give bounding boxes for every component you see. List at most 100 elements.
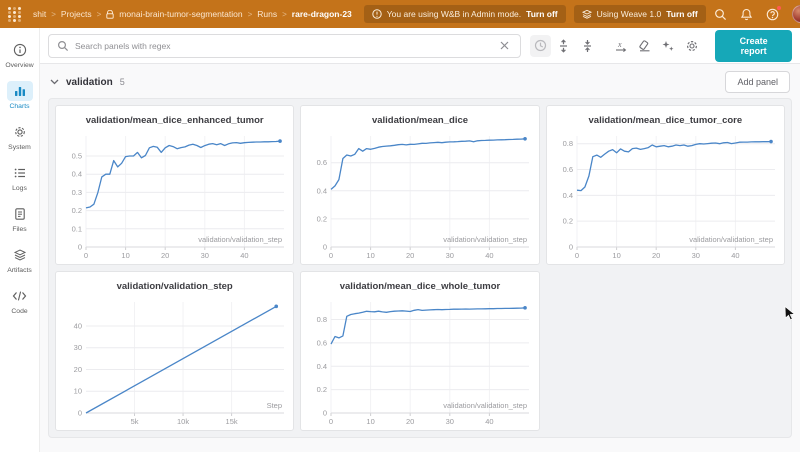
alert-circle-icon	[372, 9, 382, 19]
svg-text:0.4: 0.4	[317, 186, 327, 195]
svg-text:40: 40	[486, 251, 494, 260]
svg-text:0: 0	[323, 243, 327, 252]
svg-text:0.2: 0.2	[317, 214, 327, 223]
svg-text:0: 0	[575, 251, 579, 260]
svg-text:10: 10	[121, 251, 129, 260]
breadcrumb-separator: >	[51, 10, 56, 19]
svg-text:x: x	[617, 40, 622, 49]
breadcrumb-runs[interactable]: Runs	[257, 9, 277, 19]
section-title[interactable]: validation	[66, 77, 113, 88]
sidebar-item-label: Overview	[5, 62, 33, 69]
chart-canvas[interactable]: 01020304000.20.40.60.8validation/validat…	[301, 296, 538, 430]
weave-banner: Using Weave 1.0 Turn off	[574, 5, 706, 23]
sidebar-item-label: System	[8, 144, 31, 151]
history-icon[interactable]	[530, 35, 551, 57]
admin-turn-off-button[interactable]: Turn off	[526, 9, 557, 19]
svg-text:0: 0	[329, 251, 333, 260]
svg-text:30: 30	[74, 343, 82, 352]
svg-text:15k: 15k	[226, 417, 238, 426]
breadcrumb: shit > Projects > monai-brain-tumor-segm…	[33, 9, 352, 19]
sidebar-item-logs[interactable]: Logs	[1, 159, 39, 196]
file-icon	[7, 204, 33, 224]
svg-text:0.1: 0.1	[72, 224, 82, 233]
chevron-down-icon[interactable]	[50, 79, 59, 85]
lock-icon	[106, 10, 114, 19]
chart-panel[interactable]: validation/mean_dice 01020304000.20.40.6…	[300, 105, 539, 265]
chart-title: validation/mean_dice	[301, 106, 538, 130]
chart-panel[interactable]: validation/mean_dice_enhanced_tumor 0102…	[55, 105, 294, 265]
code-icon	[7, 286, 33, 306]
weave-turn-off-button[interactable]: Turn off	[666, 9, 697, 19]
collapse-vertical-icon[interactable]	[577, 35, 598, 57]
eraser-icon[interactable]	[635, 35, 656, 57]
chart-canvas[interactable]: 01020304000.10.20.30.40.5validation/vali…	[56, 130, 293, 264]
breadcrumb-run-name[interactable]: rare-dragon-23	[292, 9, 352, 19]
notification-dot	[777, 6, 781, 10]
svg-text:10k: 10k	[177, 417, 189, 426]
breadcrumb-project[interactable]: monai-brain-tumor-segmentation	[119, 9, 242, 19]
svg-text:10: 10	[367, 251, 375, 260]
breadcrumb-separator: >	[282, 10, 287, 19]
chart-panel[interactable]: validation/mean_dice_tumor_core 01020304…	[546, 105, 785, 265]
svg-text:0.6: 0.6	[317, 158, 327, 167]
x-axis-icon[interactable]: x	[611, 35, 632, 57]
search-icon[interactable]	[714, 8, 727, 21]
svg-text:0: 0	[78, 243, 82, 252]
breadcrumb-user[interactable]: shit	[33, 9, 46, 19]
svg-text:30: 30	[201, 251, 209, 260]
breadcrumb-projects[interactable]: Projects	[61, 9, 92, 19]
clear-icon[interactable]	[496, 38, 512, 54]
create-report-button[interactable]: Create report	[715, 30, 792, 62]
help-icon[interactable]	[766, 8, 779, 21]
validation-panel-grid: validation/mean_dice_enhanced_tumor 0102…	[48, 98, 792, 438]
svg-text:40: 40	[74, 321, 82, 330]
svg-text:0: 0	[323, 409, 327, 418]
admin-mode-banner: You are using W&B in Admin mode. Turn of…	[364, 5, 566, 23]
sidebar-item-overview[interactable]: Overview	[1, 36, 39, 73]
svg-text:0.4: 0.4	[72, 170, 82, 179]
svg-text:0.2: 0.2	[317, 385, 327, 394]
svg-text:0.8: 0.8	[562, 139, 572, 148]
svg-text:0.6: 0.6	[317, 338, 327, 347]
chart-canvas[interactable]: 5k10k15k010203040Step	[56, 296, 293, 430]
wandb-logo[interactable]	[8, 7, 25, 22]
panel-search-input[interactable]: Search panels with regex	[48, 34, 521, 58]
svg-text:30: 30	[446, 417, 454, 426]
expand-vertical-icon[interactable]	[554, 35, 575, 57]
sidebar-item-files[interactable]: Files	[1, 200, 39, 237]
svg-text:0.2: 0.2	[562, 217, 572, 226]
search-placeholder: Search panels with regex	[75, 41, 490, 51]
gear-icon[interactable]	[682, 35, 703, 57]
admin-banner-text: You are using W&B in Admin mode.	[387, 9, 521, 19]
add-panel-button[interactable]: Add panel	[725, 71, 790, 93]
svg-text:0.2: 0.2	[72, 206, 82, 215]
svg-text:20: 20	[652, 251, 660, 260]
info-icon	[7, 40, 33, 60]
svg-text:40: 40	[240, 251, 248, 260]
sparkle-icon[interactable]	[658, 35, 679, 57]
sidebar-item-label: Charts	[9, 103, 29, 110]
panels-toolbar: Search panels with regex x	[40, 28, 800, 64]
svg-text:10: 10	[74, 387, 82, 396]
svg-text:0: 0	[568, 243, 572, 252]
sidebar-item-charts[interactable]: Charts	[1, 77, 39, 114]
chart-canvas[interactable]: 01020304000.20.40.6validation/validation…	[301, 130, 538, 264]
svg-text:0.4: 0.4	[562, 191, 572, 200]
svg-text:5k: 5k	[131, 417, 139, 426]
workspace-main: validation 5 Add panel validation/mean_d…	[40, 64, 800, 452]
chart-panel[interactable]: validation/validation_step 5k10k15k01020…	[55, 271, 294, 431]
sidebar-item-system[interactable]: System	[1, 118, 39, 155]
svg-text:20: 20	[406, 251, 414, 260]
svg-text:20: 20	[161, 251, 169, 260]
avatar[interactable]	[792, 5, 800, 23]
chart-canvas[interactable]: 01020304000.20.40.60.8validation/validat…	[547, 130, 784, 264]
bell-icon[interactable]	[740, 8, 753, 21]
list-icon	[7, 163, 33, 183]
sidebar-item-label: Files	[12, 226, 26, 233]
sidebar-item-artifacts[interactable]: Artifacts	[1, 241, 39, 278]
sidebar-item-code[interactable]: Code	[1, 282, 39, 319]
sidebar-item-label: Logs	[12, 185, 27, 192]
svg-text:10: 10	[367, 417, 375, 426]
section-panel-count: 5	[120, 77, 125, 87]
chart-panel[interactable]: validation/mean_dice_whole_tumor 0102030…	[300, 271, 539, 431]
